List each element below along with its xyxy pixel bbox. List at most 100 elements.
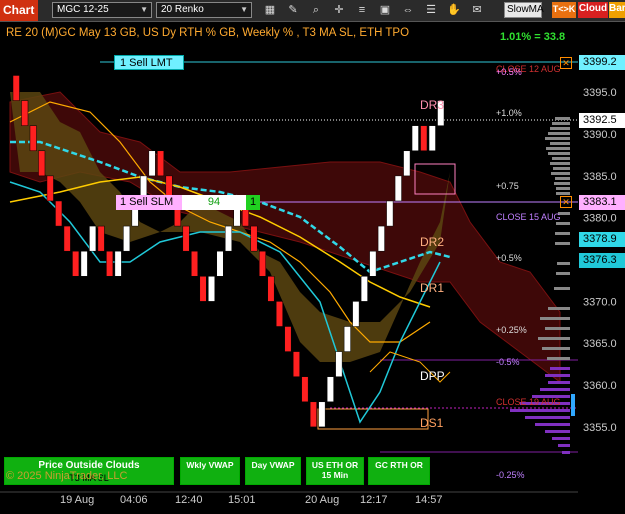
renko-down-brick (46, 175, 54, 202)
chevron-down-icon: ▼ (140, 5, 148, 14)
renko-up-brick (403, 150, 411, 177)
instrument-label: MGC 12-25 (57, 4, 109, 15)
renko-up-brick (114, 250, 122, 277)
bar-type-selector[interactable]: 20 Renko ▼ (156, 2, 252, 18)
arrows-icon[interactable]: ⇔ (400, 2, 416, 18)
dpp-label: DPP (420, 369, 445, 383)
slm-price-badge: 3383.1 (579, 195, 625, 210)
dr2-label: DR2 (420, 235, 445, 249)
sell-slm-order[interactable]: 1 Sell SLM (116, 195, 182, 210)
renko-up-brick (208, 276, 216, 302)
pct-change: 1.01% = 33.8 (500, 31, 566, 43)
renko-up-brick (386, 200, 394, 227)
renko-up-brick (326, 376, 334, 403)
renko-up-brick (335, 351, 343, 377)
current-price-badge: 3392.5 (579, 113, 625, 128)
time-label: 12:17 (360, 494, 388, 506)
time-label: 19 Aug (60, 494, 95, 506)
close-order-icon[interactable]: ✕ (560, 57, 572, 69)
sell-lmt-order[interactable]: 1 Sell LMT (114, 55, 184, 70)
price-tick-label: 3360.0 (583, 380, 617, 392)
ma2-price-badge: 3376.3 (579, 253, 625, 268)
pct-label: +0.5% (496, 253, 522, 263)
copyright: © 2025 NinjaTrader, LLC (6, 470, 128, 482)
time-label: 20 Aug (305, 494, 340, 506)
renko-up-brick (123, 225, 131, 252)
renko-down-brick (97, 225, 105, 252)
renko-up-brick (352, 301, 360, 327)
renko-up-brick (318, 401, 326, 428)
day-vwap-button[interactable]: Day VWAP (245, 457, 301, 485)
ds1-label: DS1 (420, 416, 444, 430)
wkly-vwap-button[interactable]: Wkly VWAP (180, 457, 240, 485)
renko-up-brick (394, 175, 402, 202)
pencil-icon[interactable]: ✎ (285, 2, 301, 18)
renko-down-brick (267, 276, 275, 302)
renko-up-brick (148, 150, 156, 177)
price-tick-label: 3380.0 (583, 213, 617, 225)
crosshair-icon[interactable]: ✛ (331, 2, 347, 18)
us-eth-or-button[interactable]: US ETH OR 15 Min (306, 457, 364, 485)
pct-label: +0.75 (496, 181, 519, 191)
renko-down-brick (258, 250, 266, 277)
renko-up-brick (225, 225, 232, 252)
renko-down-brick (309, 401, 317, 428)
price-tick-label: 3390.0 (583, 129, 617, 141)
lmt-price-badge: 3399.2 (579, 55, 625, 70)
envelope-icon[interactable]: ✉ (469, 2, 485, 18)
sell-slm-qty[interactable]: 94 (182, 195, 246, 210)
price-tick-label: 3365.0 (583, 338, 617, 350)
hand-icon[interactable]: ✋ (446, 2, 462, 18)
renko-down-brick (55, 200, 63, 227)
renko-up-brick (216, 250, 224, 277)
renko-up-brick (360, 276, 368, 302)
bar-button[interactable]: Bar (609, 2, 625, 18)
gc-rth-or-button[interactable]: GC RTH OR (368, 457, 430, 485)
close-order-icon[interactable]: ✕ (560, 196, 572, 208)
pct-label: -0.5% (496, 357, 520, 367)
sell-slm-close[interactable]: 1 (246, 195, 260, 210)
renko-down-brick (199, 276, 207, 302)
price-tick-label: 3370.0 (583, 296, 617, 308)
renko-up-brick (89, 225, 97, 252)
renko-down-brick (72, 250, 80, 277)
slowma-button[interactable]: SlowMA (504, 2, 544, 18)
renko-down-brick (301, 376, 309, 403)
renko-down-brick (63, 225, 71, 252)
renko-up-brick (377, 225, 385, 252)
renko-down-brick (275, 301, 283, 327)
renko-down-brick (21, 100, 29, 126)
close-15-aug: CLOSE 15 AUG (496, 212, 561, 222)
time-label: 15:01 (228, 494, 256, 506)
renko-down-brick (284, 326, 292, 352)
renko-down-brick (420, 125, 428, 152)
pct-label: -0.25% (496, 470, 525, 480)
chart-tab[interactable]: Chart (0, 0, 38, 21)
chart-title: RE 20 (M)GC May 13 GB, US Dy RTH % GB, W… (6, 27, 410, 39)
dr1-label: DR1 (420, 281, 445, 295)
renko-down-brick (250, 225, 258, 252)
instrument-selector[interactable]: MGC 12-25 ▼ (52, 2, 152, 18)
magnify-icon[interactable]: ⌕ (308, 2, 324, 18)
renko-up-brick (343, 326, 351, 352)
lines-icon[interactable]: ≡ (354, 2, 370, 18)
price-tick-label: 3355.0 (583, 422, 617, 434)
dr3-label: DR3 (420, 98, 445, 112)
renko-up-brick (80, 250, 88, 277)
time-label: 04:06 (120, 494, 148, 506)
renko-down-brick (12, 75, 20, 101)
renko-up-brick (411, 125, 419, 152)
pct-label: +0.5% (496, 67, 522, 77)
renko-down-brick (38, 150, 46, 177)
renko-up-brick (369, 250, 377, 277)
chart-toolbar: Chart MGC 12-25 ▼ 20 Renko ▼ ▦ ✎ ⌕ ✛ ≡ ▣ ⇔… (0, 0, 625, 22)
cloud-button[interactable]: Cloud (578, 2, 608, 18)
ma-price-badge: 3378.9 (579, 232, 625, 247)
image-icon[interactable]: ▣ (377, 2, 393, 18)
layers-icon[interactable]: ☰ (423, 2, 439, 18)
bar-chart-icon[interactable]: ▦ (262, 2, 278, 18)
tk-button[interactable]: T<>K (552, 2, 576, 18)
price-chart[interactable]: 3395.03390.03385.03380.03375.03370.03365… (0, 22, 625, 514)
renko-up-brick (428, 125, 436, 152)
time-label: 12:40 (175, 494, 203, 506)
